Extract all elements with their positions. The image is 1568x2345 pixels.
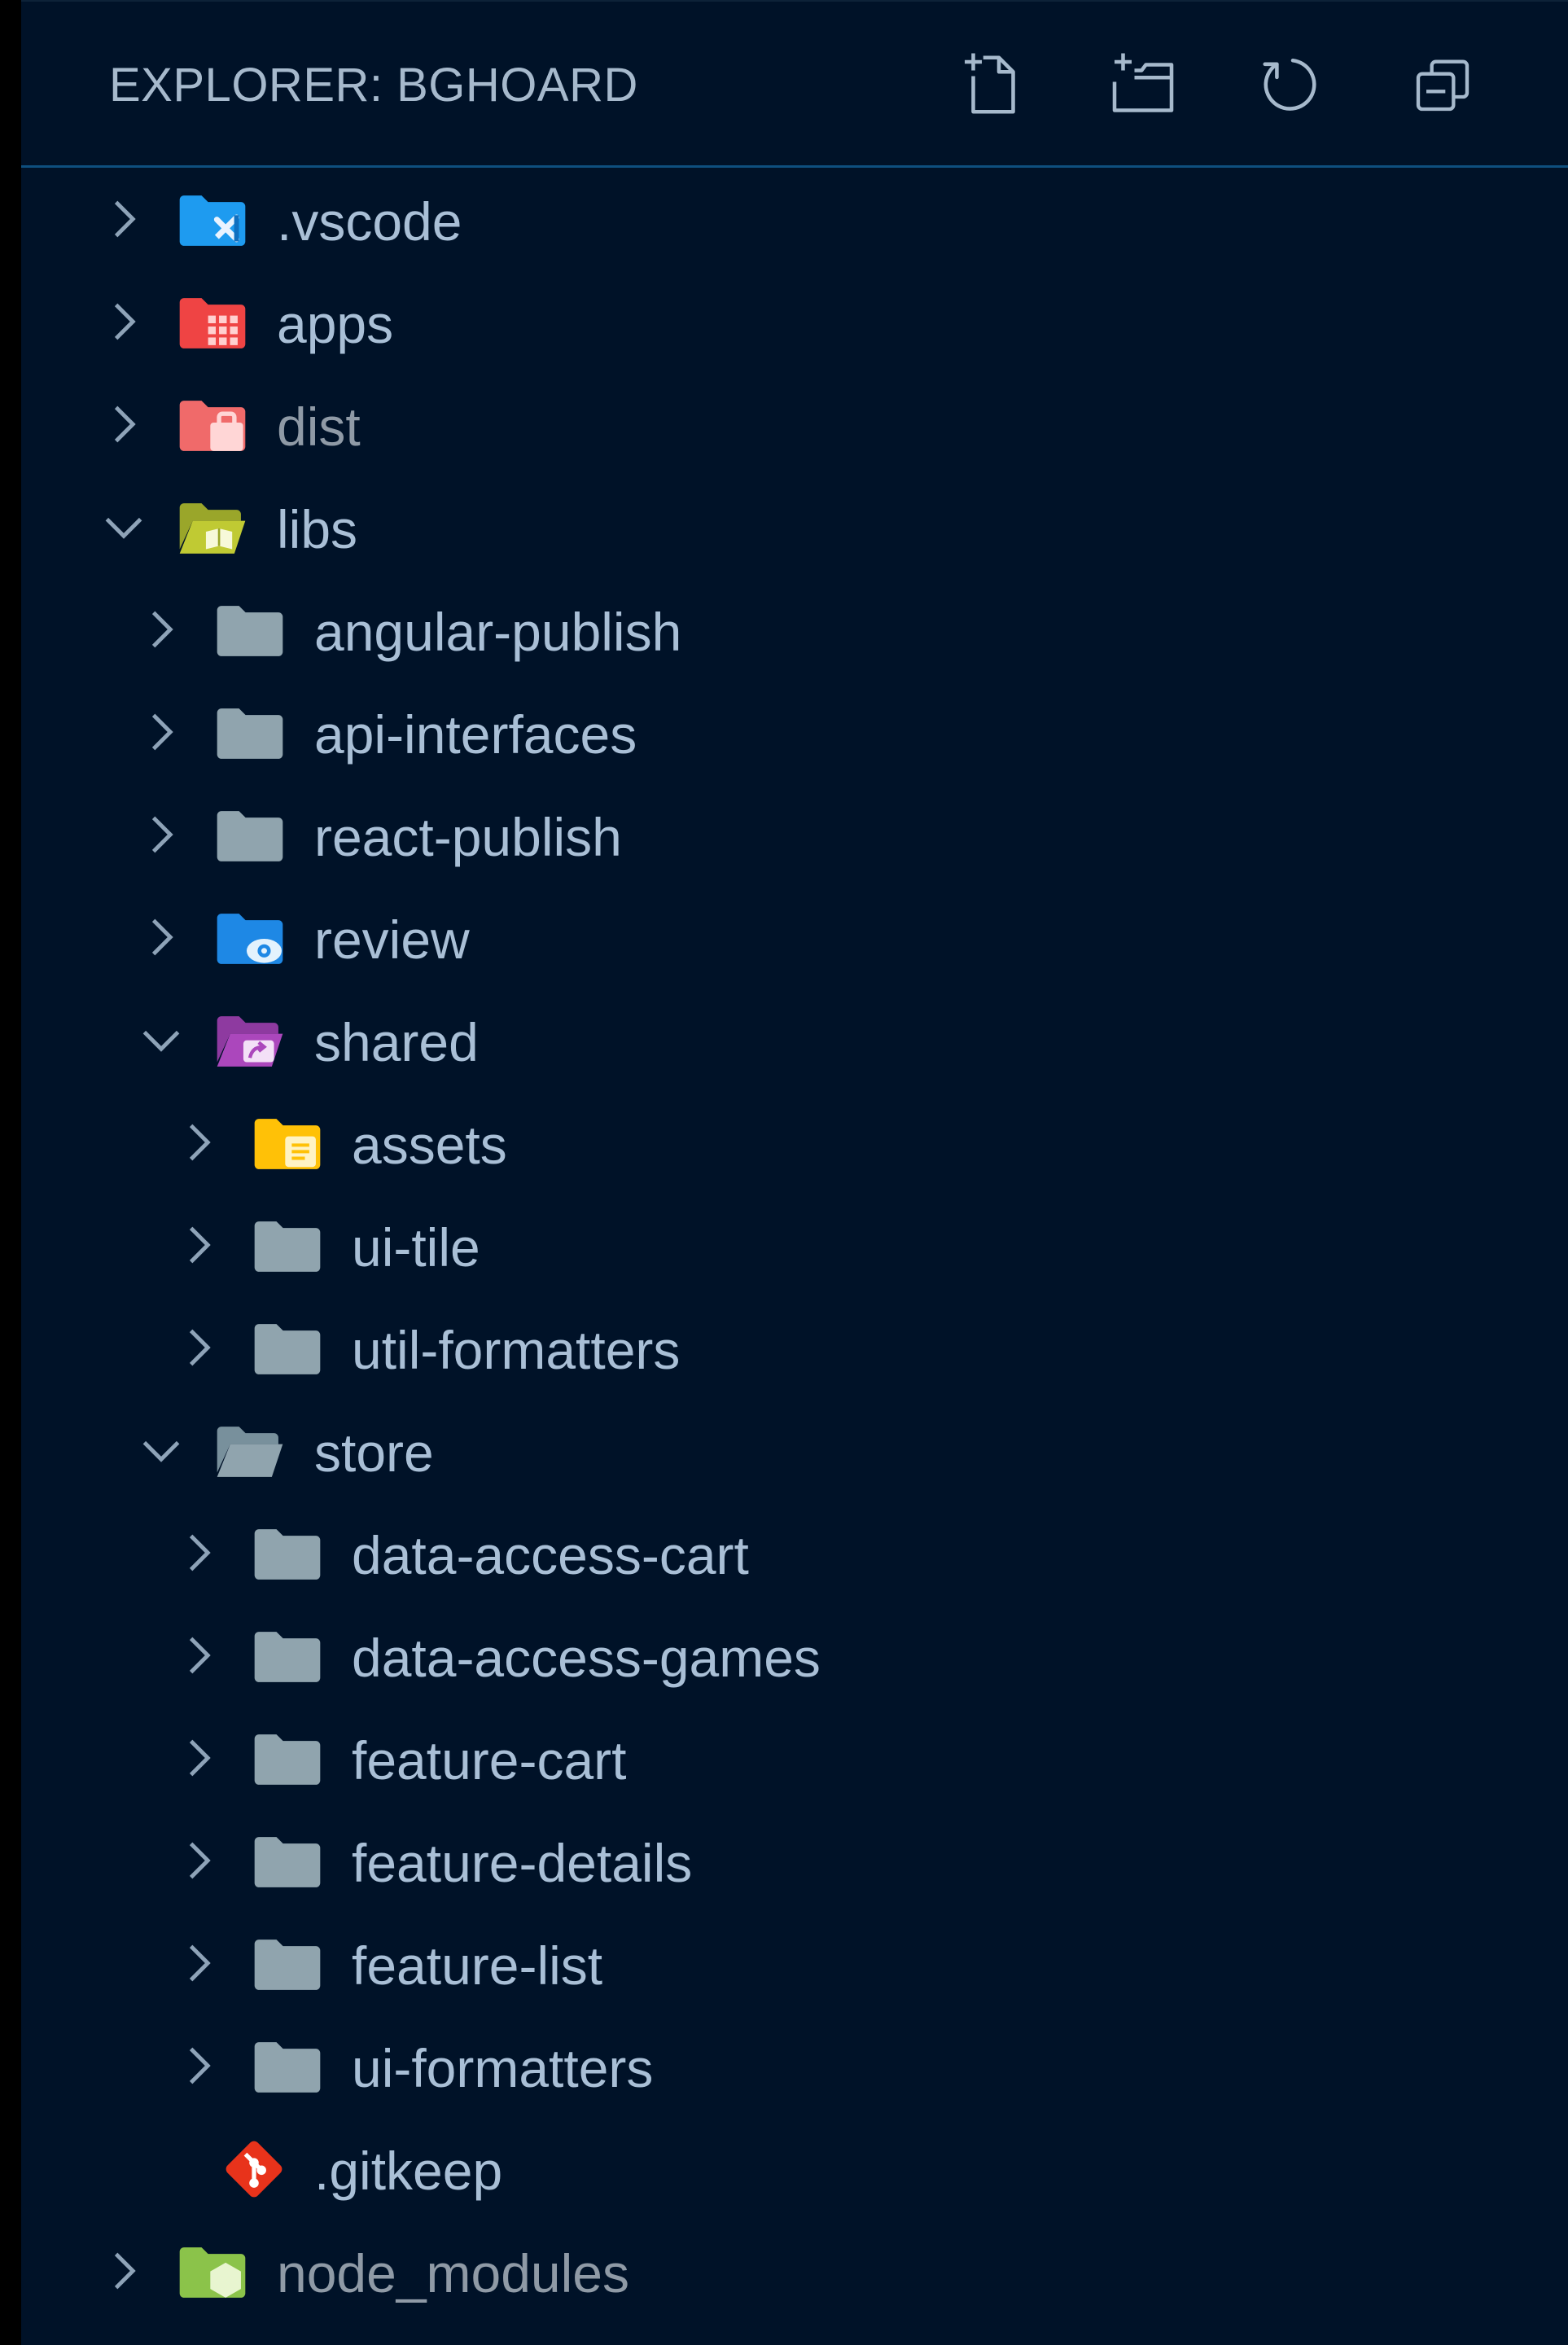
tree-item-label: api-interfaces <box>314 704 637 765</box>
tree-item-label: review <box>314 910 470 970</box>
chevron-right-icon <box>189 1534 211 1571</box>
folder-apps-icon <box>179 298 246 348</box>
folder-icon <box>217 708 283 759</box>
tree-item-label: angular-publish <box>314 602 682 662</box>
tree-item-label: .vscode <box>277 191 462 252</box>
tree-item-label: feature-details <box>352 1833 693 1893</box>
explorer-panel: EXPLORER: BGHOARD .vscode apps dist libs… <box>21 0 1568 2345</box>
collapse-all-button[interactable] <box>1402 44 1483 125</box>
tree-item-label: assets <box>352 1115 507 1175</box>
tree-item-label: data-access-cart <box>352 1525 749 1585</box>
tree-item-label: store <box>314 1422 434 1483</box>
tree-item-feature-details[interactable]: feature-details <box>21 1809 1568 1912</box>
folder-icon <box>254 1324 321 1374</box>
explorer-title: EXPLORER: BGHOARD <box>109 59 638 112</box>
chevron-right-icon <box>189 1842 211 1879</box>
tree-item-vscode[interactable]: .vscode <box>21 168 1568 270</box>
tree-item-label: feature-cart <box>352 1730 627 1791</box>
chevron-right-icon <box>151 611 173 648</box>
folder-icon <box>254 1940 321 1990</box>
folder-review-icon <box>217 914 283 964</box>
folder-icon <box>254 1221 321 1272</box>
tree-item-node-modules[interactable]: node_modules <box>21 2220 1568 2322</box>
tree-item-react-publish[interactable]: react-publish <box>21 783 1568 886</box>
explorer-header: EXPLORER: BGHOARD <box>21 2 1568 168</box>
tree-item-data-access-cart[interactable]: data-access-cart <box>21 1501 1568 1604</box>
tree-item-dist[interactable]: dist <box>21 373 1568 476</box>
folder-icon <box>254 1734 321 1785</box>
chevron-right-icon <box>189 1329 211 1366</box>
folder-icon <box>254 1632 321 1682</box>
tree-item-angular-publish[interactable]: angular-publish <box>21 578 1568 681</box>
tree-item-apps[interactable]: apps <box>21 270 1568 373</box>
tree-item-feature-cart[interactable]: feature-cart <box>21 1707 1568 1809</box>
chevron-right-icon <box>114 405 136 443</box>
tree-item-feature-list[interactable]: feature-list <box>21 1912 1568 2014</box>
tree-item-shared[interactable]: shared <box>21 988 1568 1091</box>
chevron-right-icon <box>189 1124 211 1161</box>
tree-item-label: feature-list <box>352 1935 603 1996</box>
tree-item-label: apps <box>277 294 394 354</box>
chevron-right-icon <box>151 918 173 956</box>
folder-shared-open-icon <box>217 1016 283 1067</box>
folder-icon <box>254 2042 321 2093</box>
chevron-right-icon <box>114 2252 136 2290</box>
chevron-right-icon <box>189 1739 211 1777</box>
tree-item-label: .gitkeep <box>314 2141 503 2201</box>
git-icon <box>226 2141 283 2198</box>
refresh-icon <box>1263 58 1316 111</box>
new-file-button[interactable] <box>953 44 1034 125</box>
tree-item-api-interfaces[interactable]: api-interfaces <box>21 681 1568 783</box>
tree-item-util-formatters[interactable]: util-formatters <box>21 1296 1568 1399</box>
chevron-right-icon <box>189 1944 211 1982</box>
folder-icon <box>254 1529 321 1580</box>
folder-icon <box>254 1837 321 1887</box>
tree-item-label: libs <box>277 499 358 559</box>
tree-item-label: data-access-games <box>352 1628 821 1688</box>
tree-item-label: util-formatters <box>352 1320 681 1380</box>
folder-icon <box>217 811 283 861</box>
tree-item-ui-tile[interactable]: ui-tile <box>21 1194 1568 1296</box>
refresh-button[interactable] <box>1252 44 1334 125</box>
folder-node-icon <box>179 2247 246 2298</box>
tree-item-data-access-games[interactable]: data-access-games <box>21 1604 1568 1707</box>
chevron-right-icon <box>189 1637 211 1674</box>
chevron-right-icon <box>114 303 136 340</box>
folder-open-icon <box>217 1427 283 1477</box>
collapse-all-icon <box>1416 59 1469 112</box>
tree-item-ui-formatters[interactable]: ui-formatters <box>21 2014 1568 2117</box>
folder-lib-open-icon <box>179 503 246 554</box>
chevron-down-icon <box>142 1030 180 1052</box>
tree-item-gitkeep[interactable]: .gitkeep <box>21 2117 1568 2220</box>
tree-item-label: dist <box>277 397 361 457</box>
tree-item-review[interactable]: review <box>21 886 1568 988</box>
tree-item-assets[interactable]: assets <box>21 1091 1568 1194</box>
chevron-right-icon <box>151 816 173 853</box>
folder-dist-icon <box>179 401 246 451</box>
new-folder-icon <box>1112 53 1174 112</box>
chevron-right-icon <box>189 2047 211 2084</box>
chevron-down-icon <box>142 1440 180 1462</box>
chevron-down-icon <box>105 517 142 539</box>
tree-item-libs[interactable]: libs <box>21 476 1568 578</box>
chevron-right-icon <box>151 713 173 751</box>
tree-item-store[interactable]: store <box>21 1399 1568 1501</box>
folder-vscode-icon <box>179 195 246 246</box>
chevron-right-icon <box>189 1226 211 1264</box>
tree-item-label: shared <box>314 1012 479 1072</box>
new-folder-button[interactable] <box>1102 44 1184 125</box>
chevron-right-icon <box>114 200 136 238</box>
new-file-icon <box>965 53 1015 114</box>
tree-item-label: ui-formatters <box>352 2038 654 2098</box>
folder-icon <box>217 606 283 656</box>
tree-item-label: ui-tile <box>352 1217 480 1278</box>
tree-item-label: node_modules <box>277 2243 629 2303</box>
folder-assets-icon <box>254 1119 321 1169</box>
tree-item-label: react-publish <box>314 807 622 867</box>
